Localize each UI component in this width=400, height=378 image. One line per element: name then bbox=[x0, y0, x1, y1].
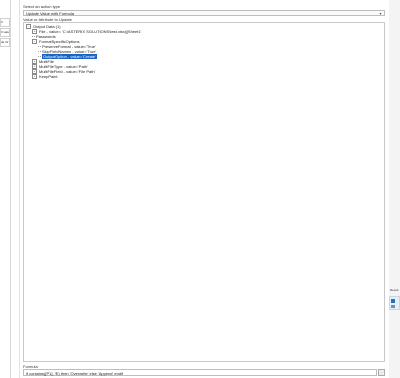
formula-editor-button[interactable]: ... bbox=[378, 369, 385, 376]
chevron-down-icon: ▾ bbox=[379, 11, 382, 16]
tree-connector bbox=[38, 55, 41, 58]
formula-input[interactable]: if contains([P1], '$') then 'Overwrite' … bbox=[23, 369, 377, 376]
results-item-icon[interactable] bbox=[391, 299, 395, 303]
action-type-select[interactable]: Update Value with Formula ▾ bbox=[23, 10, 385, 16]
right-panel bbox=[389, 0, 400, 378]
action-config-panel: Select an action type Update Value with … bbox=[19, 0, 390, 378]
results-item-icon[interactable] bbox=[391, 305, 395, 308]
collapse-icon[interactable]: − bbox=[32, 39, 37, 45]
value-attribute-tree[interactable]: − Output Data (1) + File - value= 'C:\ASTE… bbox=[23, 22, 385, 362]
left-field-3-text: de Or bbox=[1, 40, 9, 44]
left-field-2-text: 3 valu bbox=[1, 30, 10, 34]
tree-node-label: KeepPaint bbox=[39, 74, 58, 79]
action-type-label: Select an action type bbox=[23, 4, 61, 9]
left-panel: 3 3 valu de Or bbox=[0, 0, 10, 378]
left-field-2[interactable]: 3 valu bbox=[0, 28, 10, 37]
left-field-1-text: 3 bbox=[1, 20, 3, 24]
left-field-3[interactable]: de Or bbox=[0, 38, 10, 47]
tree-connector bbox=[38, 50, 41, 53]
radio-column bbox=[11, 0, 28, 378]
tree-connector bbox=[32, 35, 35, 38]
formula-text: if contains([P1], '$') then 'Overwrite' … bbox=[26, 371, 124, 376]
results-label: Result bbox=[390, 288, 399, 292]
tree-node-keep-paint[interactable]: + KeepPaint bbox=[32, 74, 58, 80]
collapse-icon[interactable]: − bbox=[26, 24, 31, 30]
action-type-value: Update Value with Formula bbox=[26, 11, 74, 16]
tree-connector bbox=[38, 45, 41, 48]
expand-icon[interactable]: + bbox=[32, 74, 37, 80]
left-field-1[interactable]: 3 bbox=[0, 18, 10, 27]
